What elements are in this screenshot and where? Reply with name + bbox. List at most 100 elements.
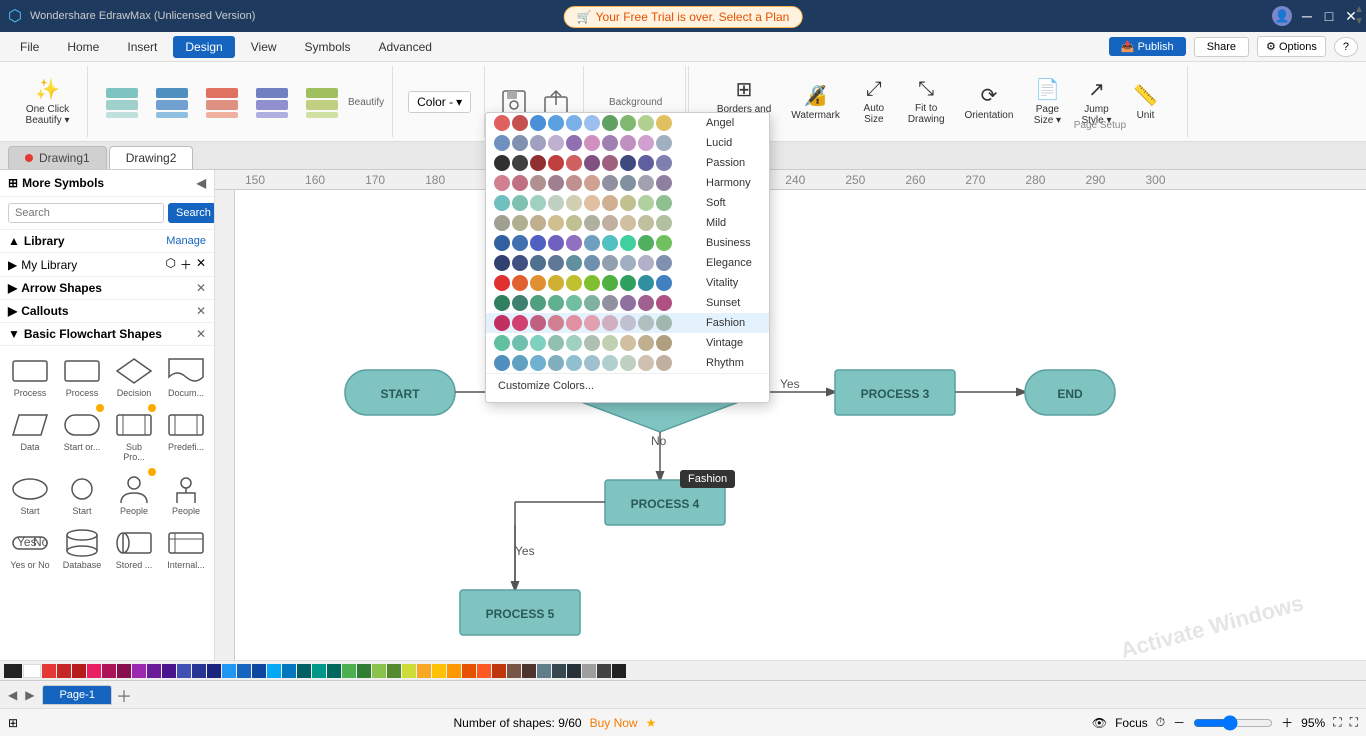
strip-color-swatch[interactable]	[147, 664, 161, 678]
strip-color-swatch[interactable]	[297, 664, 311, 678]
trial-banner[interactable]: 🛒 Your Free Trial is over. Select a Plan	[564, 6, 803, 28]
sidebar-collapse-button[interactable]: ◀	[197, 176, 206, 190]
menu-view[interactable]: View	[239, 36, 289, 58]
fullscreen-button[interactable]: ⛶	[1350, 715, 1358, 730]
orientation-button[interactable]: ⟳ Orientation	[959, 79, 1020, 125]
buy-now-link[interactable]: Buy Now	[590, 716, 638, 730]
callouts-close-button[interactable]: ✕	[196, 304, 206, 318]
strip-color-swatch[interactable]	[132, 664, 146, 678]
zoom-out-button[interactable]: －	[1173, 714, 1185, 731]
shape-predefined[interactable]: Predefi...	[162, 406, 210, 466]
zoom-in-button[interactable]: ＋	[1281, 714, 1293, 731]
my-lib-add-icon[interactable]: ＋	[180, 256, 192, 273]
color-row-harmony[interactable]: Harmony	[486, 173, 769, 193]
callouts-section[interactable]: ▶ Callouts ✕	[0, 300, 214, 323]
strip-color-swatch[interactable]	[237, 664, 251, 678]
auto-size-button[interactable]: ⤢ AutoSize	[854, 74, 894, 129]
shape-yes-no[interactable]: YesNo Yes or No	[6, 524, 54, 574]
strip-color-swatch[interactable]	[72, 664, 86, 678]
black-swatch[interactable]	[4, 664, 22, 678]
tab-drawing1[interactable]: Drawing1	[8, 146, 107, 169]
shape-people-2[interactable]: People	[162, 470, 210, 520]
strip-color-swatch[interactable]	[162, 664, 176, 678]
strip-color-swatch[interactable]	[177, 664, 191, 678]
shape-document[interactable]: Docum...	[162, 352, 210, 402]
search-button[interactable]: Search	[168, 203, 215, 223]
strip-color-swatch[interactable]	[282, 664, 296, 678]
strip-color-swatch[interactable]	[612, 664, 626, 678]
strip-color-swatch[interactable]	[492, 664, 506, 678]
shape-sub-process[interactable]: Sub Pro...	[110, 406, 158, 466]
theme-style-5-button[interactable]	[298, 82, 346, 121]
strip-color-swatch[interactable]	[417, 664, 431, 678]
strip-color-swatch[interactable]	[462, 664, 476, 678]
share-button[interactable]: Share	[1194, 37, 1249, 57]
watermark-button[interactable]: 🔏 Watermark	[785, 79, 846, 125]
strip-color-swatch[interactable]	[567, 664, 581, 678]
arrow-shapes-section[interactable]: ▶ Arrow Shapes ✕	[0, 277, 214, 300]
color-row-passion[interactable]: Passion	[486, 153, 769, 173]
strip-color-swatch[interactable]	[402, 664, 416, 678]
strip-color-swatch[interactable]	[552, 664, 566, 678]
strip-color-swatch[interactable]	[252, 664, 266, 678]
shape-start-or[interactable]: Start or...	[58, 406, 106, 466]
color-row-mild[interactable]: Mild	[486, 213, 769, 233]
maximize-button[interactable]: □	[1322, 9, 1336, 23]
one-click-beautify-button[interactable]: ✨ One ClickBeautify ▾	[20, 73, 76, 130]
strip-color-swatch[interactable]	[327, 664, 341, 678]
color-row-angel[interactable]: Angel	[486, 113, 769, 133]
color-row-fashion[interactable]: Fashion	[486, 313, 769, 333]
strip-color-swatch[interactable]	[342, 664, 356, 678]
strip-color-swatch[interactable]	[87, 664, 101, 678]
color-button[interactable]: Color - ▾	[408, 91, 471, 113]
zoom-slider[interactable]	[1193, 715, 1273, 731]
add-page-button[interactable]: ＋	[116, 683, 132, 707]
strip-color-swatch[interactable]	[312, 664, 326, 678]
unit-button[interactable]: 📏 Unit	[1125, 79, 1165, 125]
theme-style-2-button[interactable]	[148, 82, 196, 121]
page-nav-right-button[interactable]: ▶	[25, 688, 34, 702]
more-up-button[interactable]: ▲	[1354, 4, 1364, 15]
strip-color-swatch[interactable]	[507, 664, 521, 678]
my-lib-close-icon[interactable]: ✕	[196, 256, 206, 273]
color-row-soft[interactable]: Soft	[486, 193, 769, 213]
color-row-business[interactable]: Business	[486, 233, 769, 253]
strip-color-swatch[interactable]	[102, 664, 116, 678]
menu-advanced[interactable]: Advanced	[367, 36, 444, 58]
theme-style-1-button[interactable]	[98, 82, 146, 121]
color-row-rhythm[interactable]: Rhythm	[486, 353, 769, 373]
strip-color-swatch[interactable]	[537, 664, 551, 678]
fit-page-button[interactable]: ⛶	[1333, 715, 1341, 730]
tab-drawing2[interactable]: Drawing2	[109, 146, 194, 169]
shape-start-oval[interactable]: Start	[6, 470, 54, 520]
shape-stored[interactable]: Stored ...	[110, 524, 158, 574]
fit-drawing-button[interactable]: ⤡ Fit toDrawing	[902, 74, 951, 129]
strip-color-swatch[interactable]	[477, 664, 491, 678]
shape-database[interactable]: Database	[58, 524, 106, 574]
page-tab-1[interactable]: Page-1	[42, 685, 111, 705]
white-swatch[interactable]	[23, 664, 41, 678]
shape-decision[interactable]: Decision	[110, 352, 158, 402]
toggle-panels-button[interactable]: ⊞	[8, 716, 18, 730]
flowchart-close-button[interactable]: ✕	[196, 327, 206, 341]
menu-home[interactable]: Home	[55, 36, 111, 58]
strip-color-swatch[interactable]	[432, 664, 446, 678]
strip-color-swatch[interactable]	[42, 664, 56, 678]
strip-color-swatch[interactable]	[387, 664, 401, 678]
strip-color-swatch[interactable]	[117, 664, 131, 678]
color-row-lucid[interactable]: Lucid	[486, 133, 769, 153]
focus-button[interactable]: Focus	[1115, 716, 1148, 730]
canvas[interactable]: Activate Windows START DECISION 1 Yes PR…	[235, 190, 1366, 680]
strip-color-swatch[interactable]	[192, 664, 206, 678]
publish-button[interactable]: 📤 Publish	[1109, 37, 1186, 56]
theme-style-4-button[interactable]	[248, 82, 296, 121]
minimize-button[interactable]: ─	[1300, 9, 1314, 23]
page-nav-left-button[interactable]: ◀	[8, 688, 17, 702]
basic-flowchart-section[interactable]: ▼ Basic Flowchart Shapes ✕	[0, 323, 214, 346]
menu-file[interactable]: File	[8, 36, 51, 58]
customize-colors-button[interactable]: Customize Colors...	[486, 373, 769, 398]
shape-people-1[interactable]: People	[110, 470, 158, 520]
shape-process-2[interactable]: Process	[58, 352, 106, 402]
manage-link[interactable]: Manage	[166, 235, 206, 247]
shape-data[interactable]: Data	[6, 406, 54, 466]
